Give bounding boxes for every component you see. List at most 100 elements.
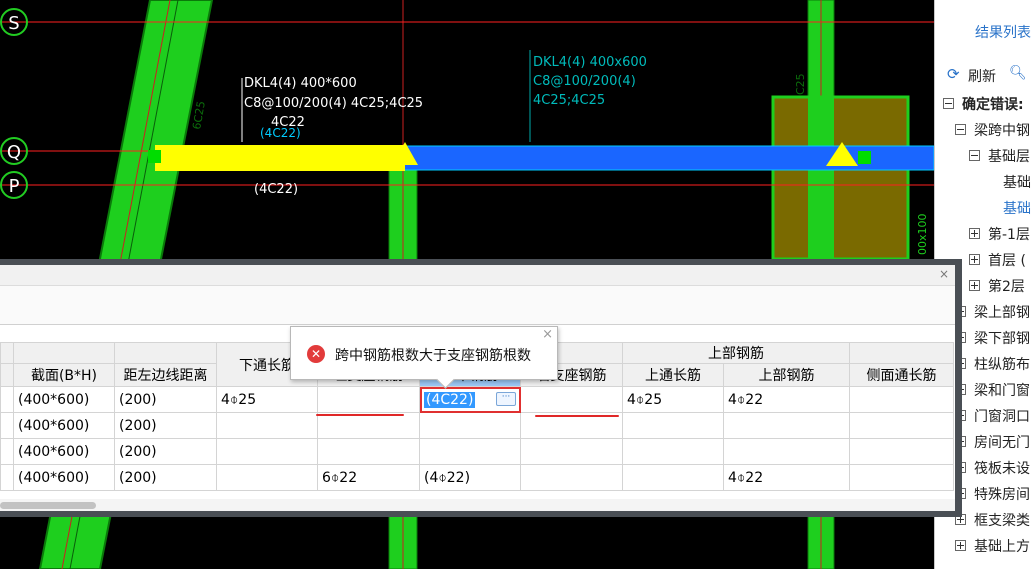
tree-item[interactable]: 首层 ( [969, 248, 1026, 274]
table-cell[interactable] [419, 438, 521, 465]
expand-icon[interactable] [969, 253, 980, 265]
table-row[interactable]: (400*600) (200) 6⌽22 (4⌽22) 4⌽22 [0, 464, 954, 491]
tree-item[interactable]: 框支梁类 [955, 508, 1030, 534]
table-cell[interactable] [622, 412, 724, 439]
tree-item[interactable]: 梁下部钢 [955, 326, 1030, 352]
collapse-icon[interactable] [955, 123, 966, 135]
table-cell[interactable] [622, 438, 724, 465]
table-row[interactable]: (400*600) (200) [0, 412, 954, 439]
table-cell[interactable] [520, 386, 623, 413]
row-selector[interactable] [0, 464, 14, 491]
row-selector[interactable] [0, 412, 14, 439]
tree-item[interactable]: 基础层 [969, 144, 1030, 170]
table-row[interactable]: (400*600) (200) [0, 438, 954, 465]
table-cell[interactable]: (400*600) [13, 386, 115, 413]
refresh-button[interactable]: 刷新 [968, 66, 996, 86]
table-cell[interactable] [317, 438, 420, 465]
col-header-left-distance[interactable]: 距左边线距离 [114, 363, 217, 387]
table-cell[interactable]: 4⌽25 [622, 386, 724, 413]
collapse-icon[interactable] [969, 149, 980, 161]
header-spacer [0, 363, 14, 387]
tree-item[interactable]: 梁和门窗 [955, 378, 1030, 404]
table-row[interactable]: (400*600) (200) 4⌽25 (4C22) ··· 4⌽25 4⌽22 [0, 386, 954, 413]
tree-item[interactable]: 梁跨中钢 [955, 118, 1030, 144]
tree-item[interactable]: 筏板未设 [955, 456, 1030, 482]
expand-icon[interactable] [955, 539, 966, 551]
beam-blue[interactable] [403, 145, 935, 171]
table-cell[interactable] [317, 412, 420, 439]
table-cell[interactable]: (4C22) ··· [419, 386, 521, 413]
tree-item[interactable]: 基础上方 [955, 534, 1030, 560]
table-cell[interactable]: (400*600) [13, 438, 115, 465]
col-header-top-through[interactable]: 上通长筋 [622, 363, 724, 387]
row-selector[interactable] [0, 438, 14, 465]
svg-text:Q: Q [7, 142, 21, 163]
locate-icon[interactable]: 🔍︎ [1009, 65, 1027, 81]
table-cell[interactable]: (200) [114, 438, 217, 465]
tooltip-close-icon[interactable]: × [542, 327, 553, 342]
table-cell[interactable] [849, 386, 954, 413]
tree-item-label: 基础层 [988, 149, 1030, 165]
table-cell[interactable] [622, 464, 724, 491]
tree-item[interactable]: 第-1层 [969, 222, 1030, 248]
table-cell[interactable]: (4⌽22) [419, 464, 521, 491]
table-cell[interactable] [723, 438, 850, 465]
refresh-icon[interactable]: ⟳ [947, 65, 960, 83]
col-header-side-through[interactable]: 侧面通长筋 [849, 363, 954, 387]
tree-item[interactable]: 第2层 [969, 274, 1025, 300]
table-cell[interactable] [520, 464, 623, 491]
row-selector[interactable] [0, 386, 14, 413]
table-cell[interactable]: 4⌽22 [723, 464, 850, 491]
table-cell[interactable] [520, 438, 623, 465]
tree-item[interactable]: 梁上部钢 [955, 300, 1030, 326]
horizontal-scrollbar[interactable] [0, 499, 955, 511]
edit-ellipsis-button[interactable]: ··· [496, 392, 516, 406]
dialog-titlebar[interactable]: × [0, 265, 955, 286]
col-header-section[interactable]: 截面(B*H) [13, 363, 115, 387]
table-cell[interactable] [419, 412, 521, 439]
table-cell[interactable]: (200) [114, 464, 217, 491]
tree-item-label: 门窗洞口 [974, 409, 1030, 425]
tree-item[interactable]: 基础 [1003, 196, 1031, 222]
table-cell[interactable] [216, 438, 318, 465]
header-spacer [0, 342, 14, 364]
grip-right[interactable] [858, 151, 871, 164]
tree-item[interactable]: 特殊房间 [955, 482, 1030, 508]
expand-icon[interactable] [969, 279, 980, 291]
col-header-top-rebar[interactable]: 上部钢筋 [723, 363, 850, 387]
header-group-top[interactable]: 上部钢筋 [622, 342, 850, 364]
tree-item[interactable]: 确定错误: [943, 92, 1024, 118]
table-cell[interactable] [216, 464, 318, 491]
scrollbar-thumb[interactable] [0, 502, 96, 509]
table-cell[interactable]: 4⌽22 [723, 386, 850, 413]
collapse-icon[interactable] [943, 97, 954, 109]
table-cell[interactable] [849, 464, 954, 491]
table-cell[interactable]: (400*600) [13, 412, 115, 439]
tree-item[interactable]: 基础 [1003, 170, 1031, 196]
dialog-close-icon[interactable]: × [939, 267, 949, 281]
table-cell[interactable]: 4⌽25 [216, 386, 318, 413]
beam-yellow[interactable] [155, 145, 405, 171]
column-box[interactable] [771, 95, 910, 261]
table-cell[interactable]: (200) [114, 386, 217, 413]
tree-item[interactable]: 柱纵筋布 [955, 352, 1030, 378]
table-cell[interactable] [849, 438, 954, 465]
table-cell[interactable]: (200) [114, 412, 217, 439]
table-cell[interactable] [317, 386, 420, 413]
table-cell[interactable]: 6⌽22 [317, 464, 420, 491]
tree-item-label: 确定错误: [962, 97, 1024, 113]
table-cell[interactable]: (400*600) [13, 464, 115, 491]
table-cell[interactable] [216, 412, 318, 439]
table-cell[interactable] [723, 412, 850, 439]
beam-label-left-bottom: (4C22) [254, 182, 298, 197]
table-cell[interactable] [849, 412, 954, 439]
grip-left[interactable] [148, 150, 161, 163]
header-spacer [13, 342, 115, 364]
midspan-input[interactable]: (4C22) [424, 391, 476, 408]
beam-label-right-1: DKL4(4) 400x600 [533, 55, 647, 70]
tree-item[interactable]: 房间无门 [955, 430, 1030, 456]
expand-icon[interactable] [969, 227, 980, 239]
error-icon: ✕ [307, 345, 325, 363]
tree-item[interactable]: 门窗洞口 [955, 404, 1030, 430]
dialog-toolbar [0, 286, 955, 325]
